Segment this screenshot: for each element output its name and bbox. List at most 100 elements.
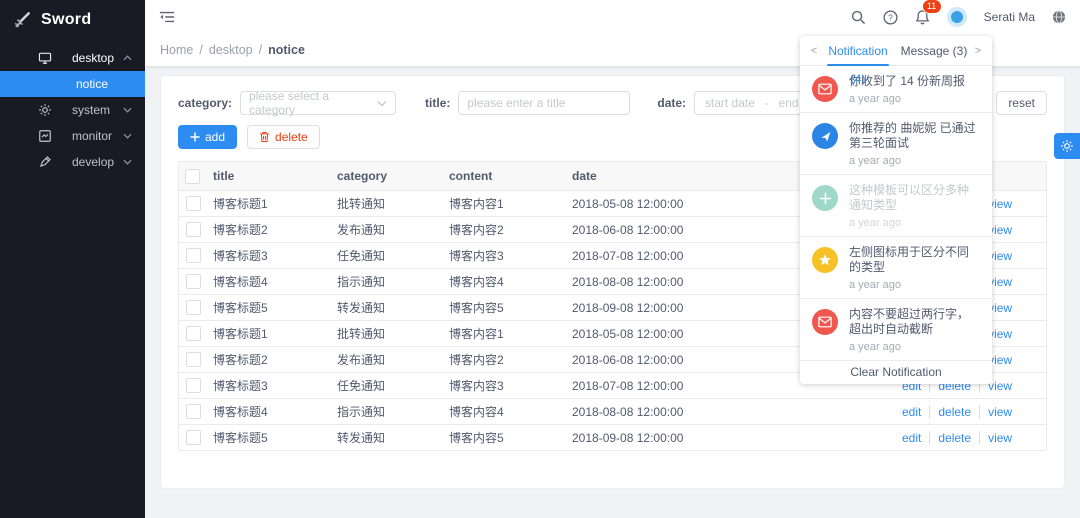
tab-message[interactable]: Message (3)	[896, 37, 972, 65]
cell-content: 博客内容1	[443, 191, 566, 217]
view-link[interactable]: view	[979, 431, 1012, 445]
app-logo: Sword	[0, 0, 145, 40]
row-checkbox[interactable]	[186, 248, 201, 263]
svg-text:?: ?	[888, 12, 893, 22]
cell-content: 博客内容3	[443, 243, 566, 269]
cell-category: 发布通知	[331, 347, 443, 373]
date-range-separator: -	[765, 96, 769, 110]
row-checkbox[interactable]	[186, 196, 201, 211]
notifications-bell-icon[interactable]: 11	[915, 9, 930, 25]
delete-link[interactable]: delete	[929, 405, 971, 419]
clear-notification-button[interactable]: Clear Notification	[800, 361, 992, 384]
delete-button[interactable]: delete	[247, 125, 320, 149]
notification-time: a year ago	[849, 93, 965, 105]
collapse-menu-icon[interactable]	[159, 10, 175, 24]
cell-content: 博客内容3	[443, 373, 566, 399]
notification-time: a year ago	[849, 341, 980, 353]
cell-title: 博客标题3	[207, 243, 331, 269]
desktop-icon	[38, 51, 52, 65]
category-select-placeholder: please select a category	[249, 89, 377, 117]
sidebar-item-label: monitor	[72, 129, 123, 143]
edit-link[interactable]: edit	[902, 405, 921, 419]
row-checkbox[interactable]	[186, 430, 201, 445]
sidebar-item-label: notice	[76, 77, 108, 91]
edit-link[interactable]: edit	[902, 431, 921, 445]
row-checkbox[interactable]	[186, 378, 201, 393]
tab-notification[interactable]: Notification (4)	[820, 37, 896, 65]
cell-content: 博客内容2	[443, 347, 566, 373]
notification-item[interactable]: 内容不要超过两行字，超出时自动截断 a year ago	[800, 299, 992, 361]
sidebar-item-monitor[interactable]: monitor	[0, 123, 145, 149]
notification-item[interactable]: 左侧图标用于区分不同的类型 a year ago	[800, 237, 992, 299]
breadcrumb-desktop[interactable]: desktop	[209, 43, 253, 57]
notification-dropdown: < Notification (4) Message (3) > 你收到了 14…	[800, 36, 992, 384]
view-link[interactable]: view	[979, 405, 1012, 419]
gear-icon	[38, 103, 52, 117]
sidebar-item-develop[interactable]: develop	[0, 149, 145, 175]
date-start-placeholder: start date	[705, 96, 755, 110]
plus-icon	[190, 132, 200, 142]
table-row: 博客标题5 转发通知 博客内容5 2018-09-08 12:00:00 edi…	[179, 425, 1046, 451]
reset-button[interactable]: reset	[996, 91, 1047, 115]
column-header-category: category	[331, 162, 443, 191]
cell-title: 博客标题1	[207, 191, 331, 217]
cell-title: 博客标题5	[207, 425, 331, 451]
delete-button-label: delete	[275, 130, 308, 144]
add-button-label: add	[205, 130, 225, 144]
breadcrumb-home[interactable]: Home	[160, 43, 193, 57]
select-all-checkbox[interactable]	[185, 169, 200, 184]
settings-drawer-button[interactable]	[1054, 133, 1080, 159]
cell-content: 博客内容5	[443, 425, 566, 451]
header-actions: ? 11 Serati Ma	[851, 7, 1066, 27]
chevron-down-icon	[123, 159, 132, 165]
trash-icon	[259, 131, 270, 143]
category-select[interactable]: please select a category	[240, 91, 396, 115]
breadcrumb-separator: /	[199, 43, 202, 57]
cell-category: 转发通知	[331, 295, 443, 321]
column-header-content: content	[443, 162, 566, 191]
row-checkbox[interactable]	[186, 274, 201, 289]
user-name[interactable]: Serati Ma	[984, 10, 1035, 24]
sidebar-item-desktop[interactable]: desktop	[0, 45, 145, 71]
mail-icon	[818, 83, 832, 95]
cell-category: 批转通知	[331, 191, 443, 217]
search-icon[interactable]	[851, 10, 866, 25]
help-icon[interactable]: ?	[883, 10, 898, 25]
category-label: category:	[178, 96, 232, 110]
notification-title: 你收到了 14 份新周报	[849, 74, 965, 89]
tabs-prev-icon[interactable]: <	[808, 45, 820, 57]
row-checkbox[interactable]	[186, 300, 201, 315]
tabs-next-icon[interactable]: >	[972, 45, 984, 57]
delete-link[interactable]: delete	[929, 431, 971, 445]
sidebar-item-label: system	[72, 103, 123, 117]
row-checkbox[interactable]	[186, 326, 201, 341]
user-avatar[interactable]	[947, 7, 967, 27]
row-checkbox[interactable]	[186, 222, 201, 237]
cell-title: 博客标题3	[207, 373, 331, 399]
sidebar-item-label: develop	[72, 155, 123, 169]
cell-date: 2018-08-08 12:00:00	[566, 399, 896, 425]
header-top-bar: ? 11 Serati Ma	[145, 0, 1080, 34]
cell-category: 指示通知	[331, 399, 443, 425]
chevron-up-icon	[123, 55, 132, 61]
notification-tabs: < Notification (4) Message (3) >	[800, 36, 992, 66]
row-checkbox[interactable]	[186, 404, 201, 419]
sidebar-item-system[interactable]: system	[0, 97, 145, 123]
language-globe-icon[interactable]	[1052, 10, 1066, 24]
sword-logo-icon	[12, 10, 32, 30]
cell-title: 博客标题2	[207, 217, 331, 243]
date-label: date:	[657, 96, 686, 110]
sidebar-item-label: desktop	[72, 51, 123, 65]
row-checkbox[interactable]	[186, 352, 201, 367]
title-input[interactable]	[458, 91, 630, 115]
cell-title: 博客标题1	[207, 321, 331, 347]
notification-item[interactable]: 你收到了 14 份新周报 a year ago	[800, 66, 992, 113]
table-row: 博客标题4 指示通知 博客内容4 2018-08-08 12:00:00 edi…	[179, 399, 1046, 425]
add-button[interactable]: add	[178, 125, 237, 149]
notification-item[interactable]: 这种模板可以区分多种通知类型 a year ago	[800, 175, 992, 237]
sidebar-item-notice[interactable]: notice	[0, 71, 145, 97]
star-icon	[818, 253, 832, 267]
notification-item[interactable]: 你推荐的 曲妮妮 已通过第三轮面试 a year ago	[800, 113, 992, 175]
notification-time: a year ago	[849, 155, 980, 167]
cell-category: 任免通知	[331, 373, 443, 399]
